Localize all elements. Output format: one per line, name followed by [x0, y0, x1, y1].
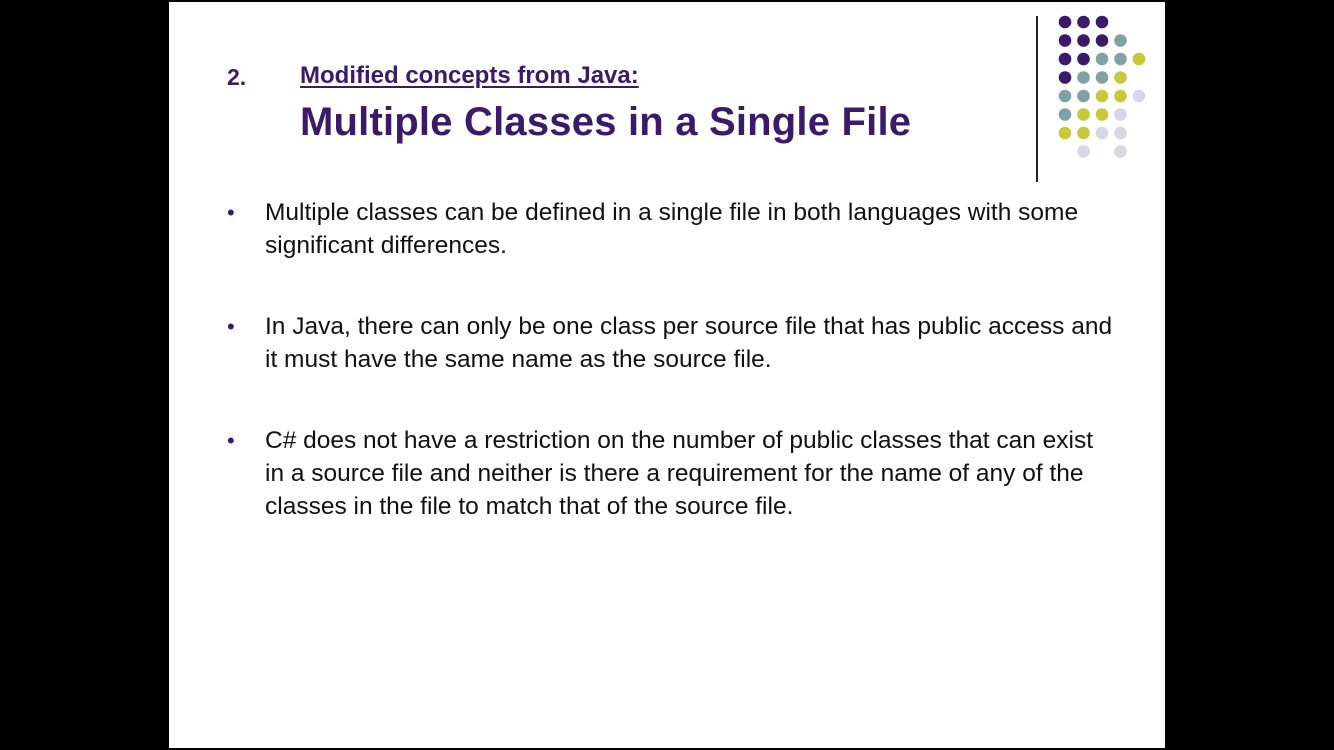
slide: 2. Modified concepts from Java: Multiple…: [169, 2, 1165, 748]
decorative-dot: [1077, 108, 1090, 121]
decorative-dot: [1077, 126, 1090, 140]
decorative-dot: [1095, 15, 1109, 29]
decorative-dot: [1114, 89, 1127, 103]
decorative-dot: [1058, 126, 1072, 140]
decorative-dot: [1114, 71, 1127, 84]
decorative-dot: [1114, 126, 1127, 140]
decorative-dot: [1077, 34, 1090, 47]
decorative-dot: [1095, 126, 1109, 140]
decorative-dot: [1077, 15, 1090, 29]
decorative-dot: [1132, 52, 1146, 66]
decorative-dot: [1077, 89, 1090, 103]
decorative-dot: [1114, 34, 1127, 47]
decorative-dot: [1058, 71, 1072, 84]
bullet-text: C# does not have a restriction on the nu…: [265, 427, 1094, 520]
decorative-dot: [1058, 15, 1072, 29]
bullet-item: • Multiple classes can be defined in a s…: [227, 196, 1115, 262]
decorative-dot: [1077, 145, 1090, 158]
bullet-item: • C# does not have a restriction on the …: [227, 424, 1115, 523]
decorative-dot: [1095, 34, 1109, 47]
bullet-marker-icon: •: [227, 314, 235, 339]
decorative-dot: [1077, 71, 1090, 84]
bullet-text: In Java, there can only be one class per…: [265, 313, 1113, 373]
decorative-dot: [1058, 108, 1072, 121]
decorative-dot: [1095, 108, 1109, 121]
decorative-dot: [1095, 52, 1109, 66]
bullet-marker-icon: •: [227, 200, 235, 225]
decorative-dot: [1095, 89, 1109, 103]
decorative-dot: [1114, 145, 1127, 158]
decorative-dot: [1058, 52, 1072, 66]
bullet-marker-icon: •: [227, 428, 235, 453]
bullet-item: • In Java, there can only be one class p…: [227, 310, 1115, 376]
decorative-dot: [1058, 34, 1072, 47]
decorative-dot: [1058, 89, 1072, 103]
decorative-dot: [1095, 71, 1109, 84]
decorative-dot-grid-icon: [1058, 15, 1146, 158]
decorative-dot: [1114, 52, 1127, 66]
decorative-dot: [1077, 52, 1090, 66]
decorative-dot: [1114, 108, 1127, 121]
bullet-text: Multiple classes can be defined in a sin…: [265, 199, 1079, 259]
decorative-dot: [1132, 89, 1146, 103]
